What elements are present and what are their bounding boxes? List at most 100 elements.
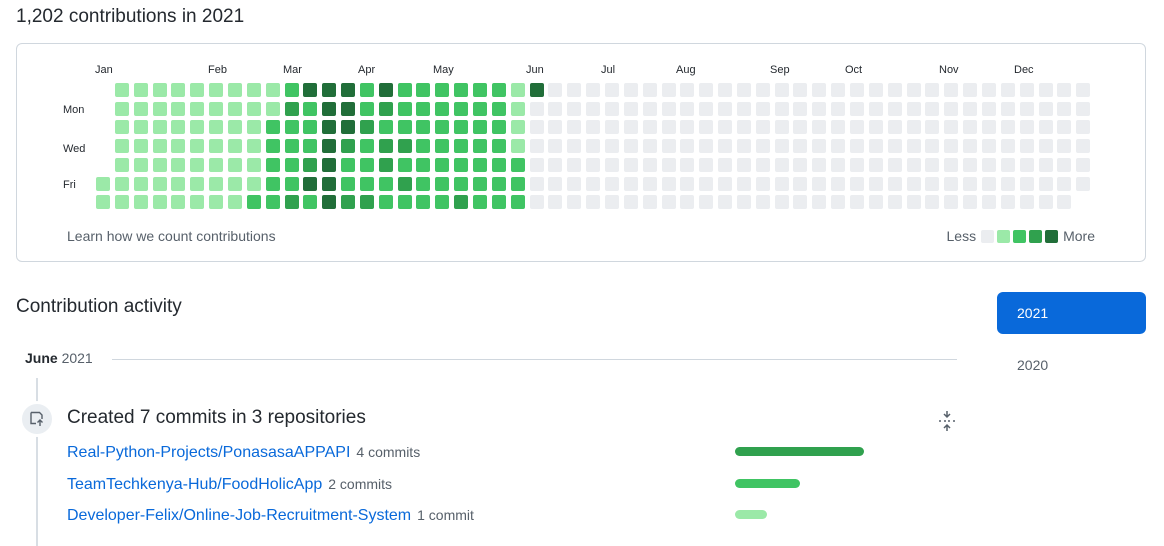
contribution-day[interactable]: [1039, 195, 1053, 209]
contribution-day[interactable]: [756, 177, 770, 191]
contribution-day[interactable]: [567, 195, 581, 209]
contribution-day[interactable]: [737, 195, 751, 209]
contribution-day[interactable]: [360, 120, 374, 134]
contribution-day[interactable]: [398, 177, 412, 191]
contribution-day[interactable]: [134, 195, 148, 209]
contribution-day[interactable]: [492, 177, 506, 191]
contribution-day[interactable]: [643, 120, 657, 134]
contribution-day[interactable]: [586, 195, 600, 209]
contribution-day[interactable]: [285, 139, 299, 153]
contribution-day[interactable]: [379, 195, 393, 209]
contribution-day[interactable]: [530, 120, 544, 134]
contribution-day[interactable]: [586, 139, 600, 153]
contribution-day[interactable]: [831, 83, 845, 97]
contribution-day[interactable]: [285, 158, 299, 172]
contribution-day[interactable]: [812, 195, 826, 209]
contribution-day[interactable]: [134, 158, 148, 172]
contribution-day[interactable]: [869, 120, 883, 134]
repo-link[interactable]: TeamTechkenya-Hub/FoodHolicApp: [67, 476, 322, 493]
contribution-day[interactable]: [680, 120, 694, 134]
contribution-day[interactable]: [341, 195, 355, 209]
contribution-day[interactable]: [454, 102, 468, 116]
contribution-day[interactable]: [1076, 177, 1090, 191]
contribution-day[interactable]: [1001, 195, 1015, 209]
contribution-day[interactable]: [416, 195, 430, 209]
contribution-day[interactable]: [775, 177, 789, 191]
contribution-day[interactable]: [1001, 139, 1015, 153]
contribution-day[interactable]: [643, 83, 657, 97]
contribution-day[interactable]: [416, 158, 430, 172]
contribution-day[interactable]: [567, 120, 581, 134]
contribution-day[interactable]: [1076, 120, 1090, 134]
contribution-day[interactable]: [662, 83, 676, 97]
contribution-day[interactable]: [228, 195, 242, 209]
contribution-day[interactable]: [285, 102, 299, 116]
contribution-day[interactable]: [322, 139, 336, 153]
contribution-day[interactable]: [548, 83, 562, 97]
contribution-day[interactable]: [190, 102, 204, 116]
contribution-day[interactable]: [171, 120, 185, 134]
contribution-day[interactable]: [643, 158, 657, 172]
contribution-day[interactable]: [925, 158, 939, 172]
contribution-day[interactable]: [831, 195, 845, 209]
contribution-day[interactable]: [1039, 102, 1053, 116]
contribution-day[interactable]: [586, 120, 600, 134]
contribution-day[interactable]: [888, 139, 902, 153]
contribution-day[interactable]: [756, 120, 770, 134]
contribution-day[interactable]: [737, 177, 751, 191]
contribution-day[interactable]: [1039, 83, 1053, 97]
contribution-day[interactable]: [662, 177, 676, 191]
contribution-day[interactable]: [624, 120, 638, 134]
contribution-day[interactable]: [209, 158, 223, 172]
contribution-day[interactable]: [153, 195, 167, 209]
contribution-day[interactable]: [925, 139, 939, 153]
contribution-day[interactable]: [586, 158, 600, 172]
contribution-day[interactable]: [190, 139, 204, 153]
contribution-day[interactable]: [454, 139, 468, 153]
contribution-day[interactable]: [341, 158, 355, 172]
contribution-day[interactable]: [944, 177, 958, 191]
contribution-day[interactable]: [944, 120, 958, 134]
contribution-day[interactable]: [925, 102, 939, 116]
contribution-day[interactable]: [266, 83, 280, 97]
contribution-day[interactable]: [511, 102, 525, 116]
contribution-day[interactable]: [341, 177, 355, 191]
contribution-day[interactable]: [586, 177, 600, 191]
contribution-day[interactable]: [982, 158, 996, 172]
contribution-day[interactable]: [360, 195, 374, 209]
contribution-day[interactable]: [115, 158, 129, 172]
contribution-day[interactable]: [1001, 177, 1015, 191]
contribution-day[interactable]: [473, 158, 487, 172]
contribution-day[interactable]: [416, 102, 430, 116]
contribution-day[interactable]: [586, 83, 600, 97]
contribution-day[interactable]: [925, 177, 939, 191]
contribution-day[interactable]: [511, 120, 525, 134]
contribution-day[interactable]: [530, 195, 544, 209]
contribution-day[interactable]: [869, 102, 883, 116]
contribution-day[interactable]: [1001, 158, 1015, 172]
contribution-day[interactable]: [680, 158, 694, 172]
contribution-day[interactable]: [737, 83, 751, 97]
contribution-day[interactable]: [454, 120, 468, 134]
contribution-day[interactable]: [398, 195, 412, 209]
contribution-day[interactable]: [812, 177, 826, 191]
contribution-day[interactable]: [548, 195, 562, 209]
contribution-day[interactable]: [850, 139, 864, 153]
contribution-day[interactable]: [134, 139, 148, 153]
contribution-day[interactable]: [624, 139, 638, 153]
contribution-day[interactable]: [492, 158, 506, 172]
contribution-day[interactable]: [134, 177, 148, 191]
contribution-day[interactable]: [398, 139, 412, 153]
contribution-day[interactable]: [888, 120, 902, 134]
contribution-day[interactable]: [548, 120, 562, 134]
contribution-day[interactable]: [285, 83, 299, 97]
contribution-day[interactable]: [209, 139, 223, 153]
contribution-day[interactable]: [775, 139, 789, 153]
contribution-day[interactable]: [379, 158, 393, 172]
contribution-day[interactable]: [511, 83, 525, 97]
contribution-day[interactable]: [398, 120, 412, 134]
contribution-day[interactable]: [190, 158, 204, 172]
contribution-day[interactable]: [1001, 102, 1015, 116]
contribution-day[interactable]: [153, 158, 167, 172]
contribution-day[interactable]: [379, 139, 393, 153]
